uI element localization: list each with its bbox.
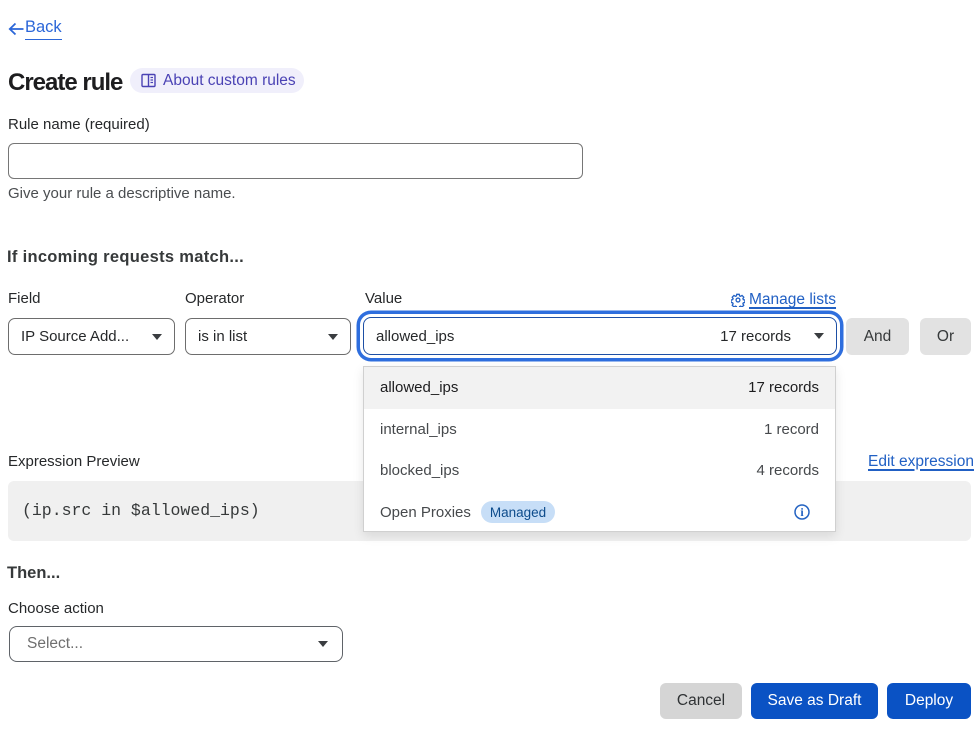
svg-text:i: i — [800, 505, 804, 519]
